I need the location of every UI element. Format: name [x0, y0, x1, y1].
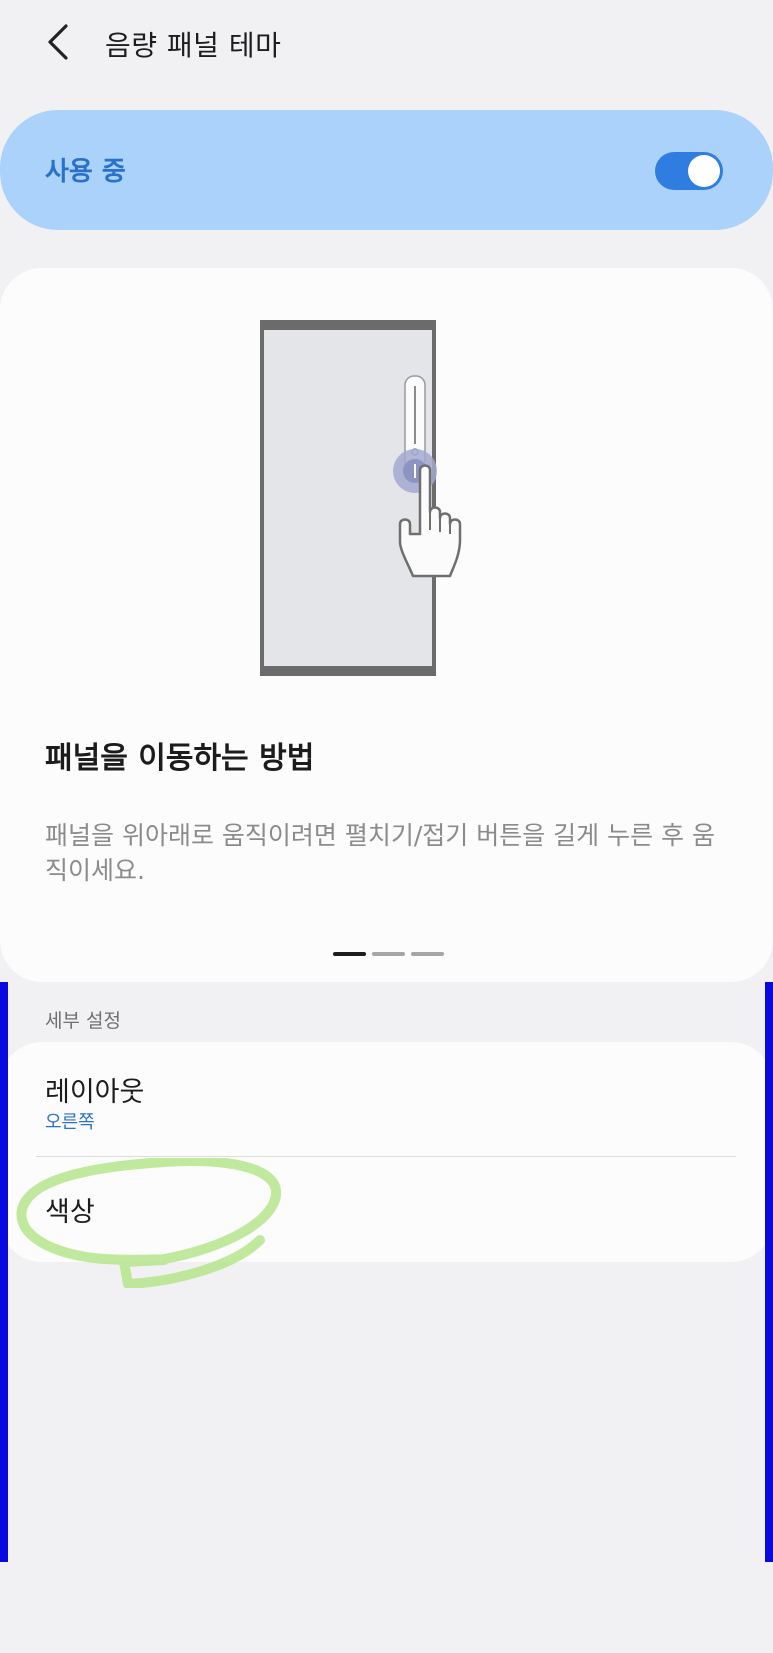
guide-card[interactable]: 패널을 이동하는 방법 패널을 위아래로 움직이려면 펼치기/접기 버튼을 길게…	[0, 268, 773, 982]
phone-volume-panel-drag-illustration	[260, 320, 462, 676]
layout-setting[interactable]: 레이아웃 오른쪽	[0, 1042, 773, 1156]
divider	[36, 1156, 736, 1157]
layout-setting-title: 레이아웃	[45, 1077, 145, 1108]
color-setting[interactable]: 색상	[0, 1158, 773, 1262]
section-header-details: 세부 설정	[45, 1010, 121, 1032]
page-indicator-dot-2	[372, 952, 405, 956]
guide-description: 패널을 위아래로 움직이려면 펼치기/접기 버튼을 길게 누른 후 움직이세요.	[45, 821, 715, 885]
left-side-bar	[0, 982, 8, 1562]
page-indicator-dot-3	[411, 952, 444, 956]
chevron-left-icon	[48, 24, 68, 60]
page-title: 음량 패널 테마	[105, 29, 282, 62]
master-switch-label: 사용 중	[45, 157, 126, 187]
top-app-bar: 음량 패널 테마	[0, 0, 773, 90]
color-setting-title: 색상	[45, 1197, 95, 1228]
master-toggle-switch[interactable]	[655, 152, 723, 190]
master-switch-bar[interactable]: 사용 중	[0, 110, 773, 230]
back-button[interactable]	[36, 20, 84, 68]
toggle-knob	[688, 155, 720, 187]
guide-title: 패널을 이동하는 방법	[45, 741, 315, 776]
details-card: 레이아웃 오른쪽 색상	[0, 1042, 773, 1262]
right-side-bar	[765, 982, 773, 1562]
page-indicator	[333, 952, 444, 956]
layout-setting-value: 오른쪽	[45, 1112, 95, 1133]
page-indicator-dot-1	[333, 952, 366, 956]
